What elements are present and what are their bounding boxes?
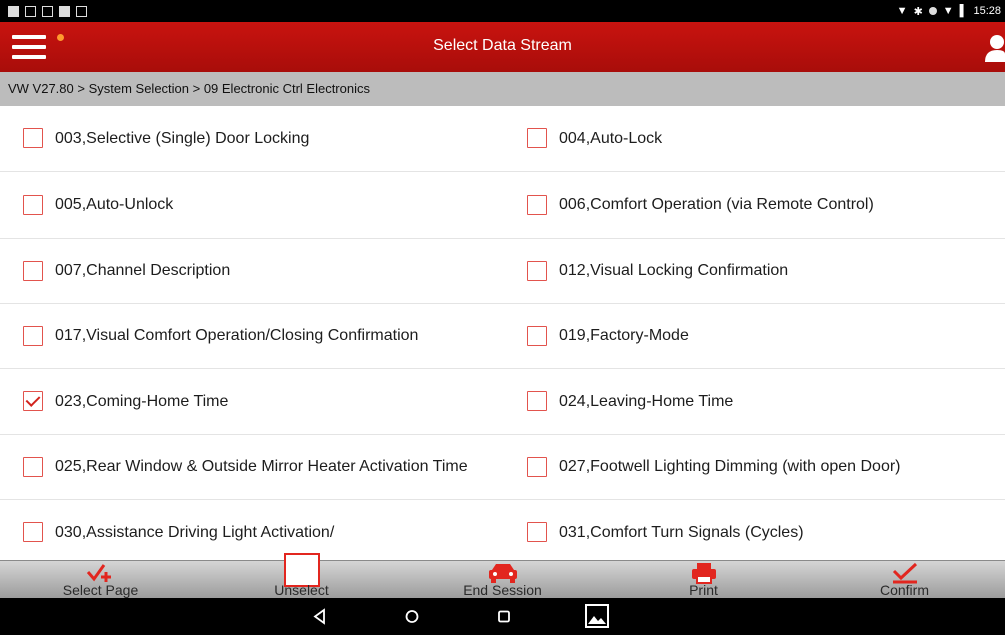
item-label: 019,Factory-Mode: [559, 327, 689, 345]
usb-icon: [42, 5, 53, 17]
title-bar: Select Data Stream: [0, 22, 1005, 72]
data-stream-item[interactable]: 031,Comfort Turn Signals (Cycles): [502, 500, 1004, 560]
data-stream-item[interactable]: 025,Rear Window & Outside Mirror Heater …: [0, 435, 502, 500]
item-label: 004,Auto-Lock: [559, 129, 663, 147]
list-row: 025,Rear Window & Outside Mirror Heater …: [0, 435, 1005, 500]
data-stream-item[interactable]: 007,Channel Description: [0, 239, 502, 303]
bottom-toolbar: Select Page Unselect End Session Print C…: [0, 553, 1005, 598]
list-row: 005,Auto-Unlock 006,Comfort Operation (vi…: [0, 172, 1005, 239]
data-stream-item[interactable]: 006,Comfort Operation (via Remote Contro…: [502, 172, 1004, 238]
data-stream-list[interactable]: 003,Selective (Single) Door Locking 004,A…: [0, 106, 1005, 560]
print-button[interactable]: Print: [603, 561, 804, 598]
data-stream-item[interactable]: 030,Assistance Driving Light Activation/: [0, 500, 502, 560]
item-checkbox[interactable]: [23, 325, 43, 346]
end-session-button[interactable]: End Session: [402, 561, 603, 598]
item-label: 030,Assistance Driving Light Activation/: [55, 523, 335, 541]
data-stream-item[interactable]: 005,Auto-Unlock: [0, 172, 502, 238]
select-page-button[interactable]: Select Page: [0, 561, 201, 598]
recents-icon[interactable]: [484, 598, 524, 635]
item-checkbox[interactable]: [23, 456, 43, 477]
confirm-button[interactable]: Confirm: [804, 561, 1005, 598]
navigation-bar: [0, 598, 1005, 635]
data-stream-item[interactable]: 023,Coming-Home Time: [0, 369, 502, 434]
data-stream-item[interactable]: 017,Visual Comfort Operation/Closing Con…: [0, 304, 502, 369]
item-checkbox[interactable]: [527, 194, 547, 215]
item-checkbox[interactable]: [527, 456, 547, 477]
back-icon[interactable]: [300, 598, 340, 635]
item-label: 024,Leaving-Home Time: [559, 392, 734, 410]
unselect-label: Unselect: [274, 582, 329, 598]
dnd-icon: [928, 7, 937, 15]
printer-icon: [691, 563, 716, 584]
item-label: 007,Channel Description: [55, 262, 231, 279]
car-icon: [488, 564, 517, 583]
item-label: 003,Selective (Single) Door Locking: [55, 129, 310, 147]
notification-icon: [59, 5, 70, 17]
item-label: 025,Rear Window & Outside Mirror Heater …: [55, 458, 468, 476]
item-label: 012,Visual Locking Confirmation: [559, 262, 789, 279]
gallery-icon[interactable]: [576, 598, 616, 635]
notification-icon: [8, 5, 19, 17]
print-label: Print: [689, 582, 718, 598]
notification-icon: [25, 5, 36, 17]
data-stream-item[interactable]: 012,Visual Locking Confirmation: [502, 239, 1004, 303]
item-label: 006,Comfort Operation (via Remote Contro…: [559, 196, 874, 213]
item-label: 005,Auto-Unlock: [55, 196, 174, 213]
unselect-button[interactable]: Unselect: [201, 553, 402, 598]
item-label: 023,Coming-Home Time: [55, 392, 229, 410]
item-checkbox[interactable]: [527, 260, 547, 281]
data-stream-item[interactable]: 027,Footwell Lighting Dimming (with open…: [502, 435, 1004, 500]
item-checkbox[interactable]: [23, 522, 43, 543]
data-stream-item[interactable]: 019,Factory-Mode: [502, 304, 1004, 369]
user-icon[interactable]: [983, 34, 1005, 62]
end-session-label: End Session: [463, 582, 542, 598]
system-icons: ▼ ✱ ▼ ▌ 15:28: [897, 3, 1001, 19]
item-checkbox[interactable]: [23, 260, 43, 281]
item-checkbox[interactable]: [527, 391, 547, 412]
screenshot-icon: [76, 5, 87, 17]
list-row: 007,Channel Description 012,Visual Lockin…: [0, 239, 1005, 304]
notification-icons: [8, 4, 87, 18]
location-icon: ▼: [896, 5, 908, 17]
select-page-icon: [86, 564, 111, 582]
list-row: 017,Visual Comfort Operation/Closing Con…: [0, 304, 1005, 369]
list-row: 030,Assistance Driving Light Activation/…: [0, 500, 1005, 560]
bluetooth-icon: ✱: [913, 5, 923, 18]
battery-icon: ▌: [959, 5, 968, 17]
data-stream-item[interactable]: 024,Leaving-Home Time: [502, 369, 1004, 434]
status-bar: ▼ ✱ ▼ ▌ 15:28: [0, 0, 1005, 22]
confirm-icon: [892, 562, 917, 584]
breadcrumb: VW V27.80 > System Selection > 09 Electr…: [0, 72, 1005, 106]
list-row: 023,Coming-Home Time 024,Leaving-Home Tim…: [0, 369, 1005, 435]
item-label: 017,Visual Comfort Operation/Closing Con…: [55, 327, 419, 345]
clock: 15:28: [973, 5, 1001, 17]
item-checkbox[interactable]: [23, 128, 43, 149]
item-checkbox[interactable]: [527, 522, 547, 543]
item-label: 031,Comfort Turn Signals (Cycles): [559, 523, 804, 541]
list-row: 003,Selective (Single) Door Locking 004,A…: [0, 106, 1005, 172]
item-checkbox[interactable]: [527, 128, 547, 149]
wifi-icon: ▼: [942, 5, 954, 17]
item-checkbox[interactable]: [23, 194, 43, 215]
item-checkbox[interactable]: [23, 391, 43, 412]
data-stream-item[interactable]: 004,Auto-Lock: [502, 106, 1004, 171]
home-icon[interactable]: [392, 598, 432, 635]
page-title: Select Data Stream: [433, 37, 572, 54]
confirm-label: Confirm: [879, 582, 929, 598]
item-checkbox[interactable]: [527, 325, 547, 346]
item-label: 027,Footwell Lighting Dimming (with open…: [559, 458, 901, 476]
select-page-label: Select Page: [62, 582, 139, 598]
data-stream-item[interactable]: 003,Selective (Single) Door Locking: [0, 106, 502, 171]
